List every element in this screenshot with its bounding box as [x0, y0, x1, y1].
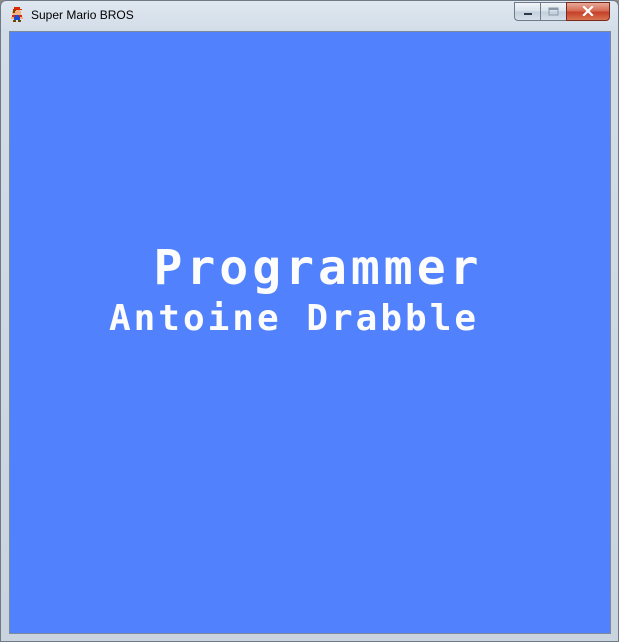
caption-buttons: [514, 2, 610, 21]
maximize-button[interactable]: [540, 2, 566, 21]
maximize-icon: [548, 3, 559, 21]
credits-name: Antoine Drabble: [108, 298, 480, 339]
title-bar[interactable]: Super Mario BROS: [1, 1, 618, 31]
game-canvas[interactable]: Programmer Antoine Drabble: [9, 31, 611, 634]
minimize-icon: [523, 3, 533, 21]
game-window: Super Mario BROS Programmer Antoine Drab…: [0, 0, 619, 642]
credits-role: Programmer: [153, 240, 483, 296]
close-button[interactable]: [566, 2, 610, 21]
minimize-button[interactable]: [514, 2, 540, 21]
window-title: Super Mario BROS: [31, 8, 134, 22]
close-icon: [582, 3, 594, 21]
mario-sprite-icon[interactable]: [9, 7, 25, 23]
